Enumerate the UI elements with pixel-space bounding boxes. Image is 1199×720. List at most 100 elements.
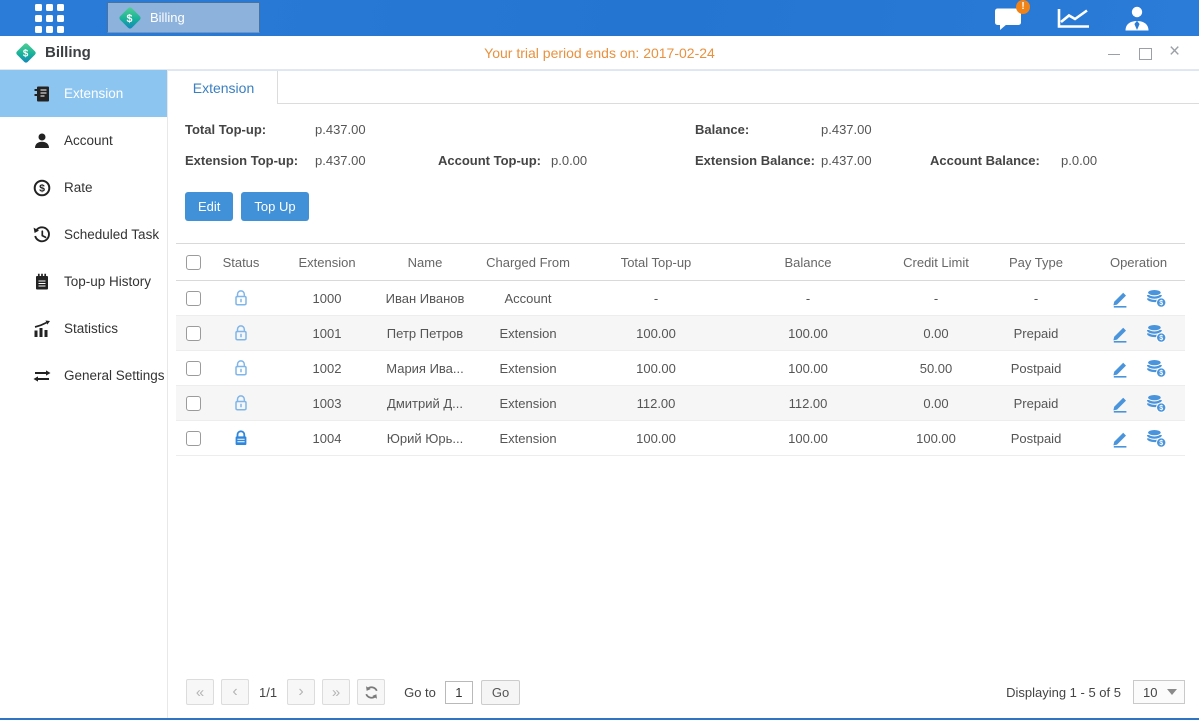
balance-label: Balance:	[695, 122, 821, 137]
top-up-button[interactable]: Top Up	[241, 192, 308, 221]
checkbox-cell	[176, 316, 210, 351]
billing-app-window: $ Billing !	[0, 0, 1199, 720]
next-page-button[interactable]	[287, 679, 315, 705]
topup-coins-icon[interactable]: $	[1146, 359, 1167, 378]
credit-limit-cell: -	[892, 281, 980, 316]
svg-text:$: $	[1160, 335, 1164, 342]
table-row[interactable]: 1002 Мария Ива... Extension 100.00 100.0…	[176, 351, 1185, 386]
edit-icon[interactable]	[1110, 324, 1129, 343]
user-account-icon[interactable]	[1123, 4, 1151, 32]
first-page-button[interactable]	[186, 679, 214, 705]
extension-table: Status Extension Name Charged From Total…	[176, 243, 1185, 456]
row-checkbox[interactable]	[186, 291, 201, 306]
edit-icon[interactable]	[1110, 359, 1129, 378]
balance-summary: Total Top-up: p.437.00 Balance: p.437.00…	[185, 122, 1185, 168]
edit-icon[interactable]	[1110, 429, 1129, 448]
name-cell: Петр Петров	[382, 316, 468, 351]
status-cell	[210, 386, 272, 421]
reports-chart-icon[interactable]	[1056, 5, 1090, 31]
table-row[interactable]: 1004 Юрий Юрь... Extension 100.00 100.00…	[176, 421, 1185, 456]
operation-cell: $	[1092, 316, 1185, 351]
system-topbar: $ Billing !	[0, 0, 1199, 36]
unlocked-icon	[233, 394, 249, 412]
edit-icon[interactable]	[1110, 394, 1129, 413]
extension-topup-value: p.437.00	[315, 153, 438, 168]
refresh-icon	[364, 685, 379, 700]
row-checkbox[interactable]	[186, 326, 201, 341]
go-button[interactable]: Go	[481, 680, 520, 705]
window-controls	[1107, 46, 1183, 60]
operation-cell: $	[1092, 351, 1185, 386]
row-checkbox[interactable]	[186, 396, 201, 411]
tab-extension[interactable]: Extension	[170, 71, 278, 104]
window-title: Billing	[45, 44, 91, 61]
sidebar: Extension Account $ Rate	[0, 70, 168, 718]
table-row[interactable]: 1001 Петр Петров Extension 100.00 100.00…	[176, 316, 1185, 351]
page-size-select[interactable]: 10	[1133, 680, 1185, 704]
sidebar-item-label: Rate	[64, 180, 93, 195]
goto-page-input[interactable]	[445, 681, 473, 704]
edit-icon[interactable]	[1110, 289, 1129, 308]
refresh-button[interactable]	[357, 679, 385, 705]
sidebar-item-extension[interactable]: Extension	[0, 70, 167, 117]
messages-icon[interactable]: !	[994, 6, 1023, 31]
col-operation: Operation	[1092, 244, 1185, 281]
edit-button[interactable]: Edit	[185, 192, 233, 221]
status-cell	[210, 421, 272, 456]
col-credit-limit: Credit Limit	[892, 244, 980, 281]
sidebar-item-label: General Settings	[64, 368, 165, 383]
name-cell: Мария Ива...	[382, 351, 468, 386]
account-balance-value: p.0.00	[1061, 153, 1185, 168]
taskbar-billing-tab[interactable]: $ Billing	[107, 2, 260, 33]
total-topup-cell: 112.00	[588, 386, 724, 421]
minimize-button[interactable]	[1107, 46, 1121, 60]
close-button[interactable]	[1169, 46, 1183, 60]
svg-text:$: $	[1160, 405, 1164, 412]
col-extension: Extension	[272, 244, 382, 281]
topup-coins-icon[interactable]: $	[1146, 289, 1167, 308]
maximize-button[interactable]	[1138, 46, 1152, 60]
sidebar-item-topup-history[interactable]: Top-up History	[0, 258, 167, 305]
extension-topup-label: Extension Top-up:	[185, 153, 315, 168]
app-body: Extension Account $ Rate	[0, 70, 1199, 718]
total-topup-cell: -	[588, 281, 724, 316]
sidebar-item-general-settings[interactable]: General Settings	[0, 352, 167, 399]
checkbox-cell	[176, 281, 210, 316]
sidebar-item-statistics[interactable]: Statistics	[0, 305, 167, 352]
apps-grid-icon[interactable]	[35, 4, 64, 33]
displaying-text: Displaying 1 - 5 of 5	[1006, 685, 1121, 700]
locked-icon	[233, 429, 249, 447]
balance-value: p.437.00	[821, 122, 930, 137]
name-cell: Иван Иванов	[382, 281, 468, 316]
topup-coins-icon[interactable]: $	[1146, 429, 1167, 448]
table-row[interactable]: 1003 Дмитрий Д... Extension 112.00 112.0…	[176, 386, 1185, 421]
extension-cell: 1002	[272, 351, 382, 386]
notification-badge: !	[1016, 0, 1030, 14]
previous-page-button[interactable]	[221, 679, 249, 705]
table-row[interactable]: 1000 Иван Иванов Account - - - -	[176, 281, 1185, 316]
sidebar-item-scheduled-task[interactable]: Scheduled Task	[0, 211, 167, 258]
col-total-topup: Total Top-up	[588, 244, 724, 281]
row-checkbox[interactable]	[186, 361, 201, 376]
select-all-checkbox[interactable]	[186, 255, 201, 270]
sidebar-item-account[interactable]: Account	[0, 117, 167, 164]
row-checkbox[interactable]	[186, 431, 201, 446]
sidebar-item-label: Top-up History	[64, 274, 151, 289]
topup-coins-icon[interactable]: $	[1146, 324, 1167, 343]
topup-coins-icon[interactable]: $	[1146, 394, 1167, 413]
pay-type-cell: Prepaid	[980, 386, 1092, 421]
svg-text:$: $	[1160, 370, 1164, 377]
checkbox-cell	[176, 351, 210, 386]
total-topup-label: Total Top-up:	[185, 122, 315, 137]
col-charged-from: Charged From	[468, 244, 588, 281]
sidebar-item-label: Account	[64, 133, 113, 148]
checkbox-cell	[176, 386, 210, 421]
checkbox-cell	[176, 421, 210, 456]
last-page-button[interactable]	[322, 679, 350, 705]
sidebar-item-rate[interactable]: $ Rate	[0, 164, 167, 211]
history-clock-icon	[33, 226, 51, 244]
dollar-circle-icon: $	[33, 179, 51, 197]
col-pay-type: Pay Type	[980, 244, 1092, 281]
svg-text:$: $	[39, 182, 45, 194]
name-cell: Юрий Юрь...	[382, 421, 468, 456]
